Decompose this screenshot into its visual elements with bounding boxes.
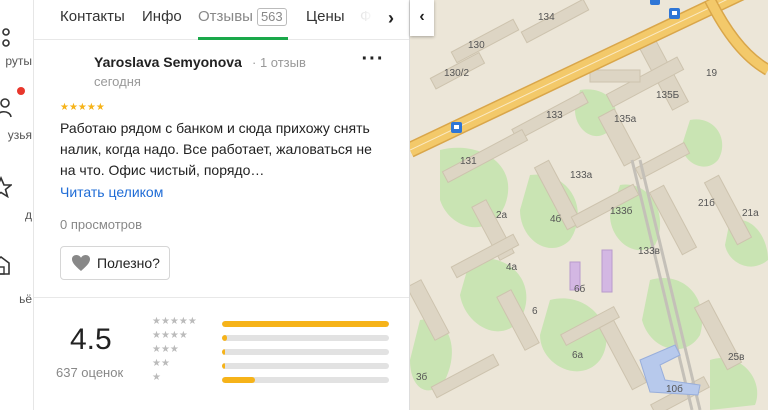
- rating-row-stars: ★★★: [152, 344, 179, 355]
- tab-reviews-count: 563: [256, 8, 287, 26]
- rating-row-fill: [222, 377, 255, 383]
- rating-summary: 4.5 637 оценок ★★★★★ ★★★★ ★★★ ★★ ★: [34, 299, 409, 410]
- map-label: 10б: [666, 384, 683, 395]
- rail-item-home[interactable]: ьё: [0, 250, 33, 310]
- rating-row-bar: [222, 335, 389, 341]
- rating-row: ★★: [152, 358, 392, 371]
- map-label: 135а: [614, 114, 637, 125]
- rating-row-bar: [222, 349, 389, 355]
- map-label: 6: [532, 306, 538, 317]
- map-label: 130: [468, 40, 485, 51]
- map-label: 133: [546, 110, 563, 121]
- review-date: сегодня: [94, 74, 141, 89]
- map-label: 131: [460, 156, 477, 167]
- map[interactable]: 134 130 130/2 19 135Б 133 135а 131 133а …: [410, 0, 768, 410]
- rating-row: ★★★: [152, 344, 392, 357]
- rating-row: ★: [152, 372, 392, 385]
- review-text: Работаю рядом с банком и сюда прихожу сн…: [60, 120, 372, 178]
- useful-label: Полезно?: [97, 255, 160, 271]
- map-label: 130/2: [444, 68, 470, 79]
- map-label: 134: [538, 12, 555, 23]
- rail-item-routes[interactable]: руты: [0, 20, 33, 80]
- rail-item-label: узья: [7, 128, 32, 142]
- heart-icon: [72, 255, 90, 271]
- tabs-next-button[interactable]: ›: [376, 4, 406, 34]
- rail-item-label: руты: [5, 54, 32, 68]
- map-label: 21а: [742, 208, 759, 219]
- rating-row-fill: [222, 321, 389, 327]
- review-more-button[interactable]: ···: [360, 49, 386, 74]
- rating-row-stars: ★★★★: [152, 330, 188, 341]
- rating-score: 4.5: [70, 323, 112, 356]
- chevron-right-icon: ›: [388, 8, 394, 28]
- tab-reviews-label: Отзывы: [198, 8, 253, 25]
- star-icon: [0, 176, 12, 198]
- tab-contacts[interactable]: Контакты: [60, 8, 125, 25]
- left-rail: руты узья д ьё: [0, 0, 34, 410]
- map-label: 25в: [728, 352, 745, 363]
- bus-stop-icon: [650, 0, 660, 5]
- place-panel: Контакты Инфо Отзывы563 Цены Ф › Yarosla…: [34, 0, 410, 410]
- map-label: 4б: [550, 214, 562, 225]
- map-label: 3б: [416, 372, 428, 383]
- map-label: 135Б: [656, 90, 680, 101]
- tab-reviews[interactable]: Отзывы 563: [198, 8, 287, 26]
- map-label: 2а: [496, 210, 508, 221]
- rating-row-stars: ★★★★★: [152, 316, 197, 327]
- rating-row-fill: [222, 335, 227, 341]
- bus-stop-icon: [669, 8, 680, 19]
- map-label: 133а: [570, 170, 593, 181]
- map-label: 133в: [638, 246, 660, 257]
- map-label: 4а: [506, 262, 518, 273]
- building-purple: [601, 249, 613, 293]
- tab-info[interactable]: Инфо: [142, 8, 182, 25]
- rating-row-stars: ★★: [152, 358, 170, 369]
- tab-prices[interactable]: Цены: [306, 8, 345, 25]
- rating-count: 637 оценок: [56, 365, 124, 380]
- map-label: 6б: [574, 284, 586, 295]
- bus-stop-icon: [451, 122, 462, 133]
- review-author[interactable]: Yaroslava Semyonova: [94, 54, 242, 70]
- chevron-left-icon: ‹: [419, 8, 425, 25]
- useful-button[interactable]: Полезно?: [60, 246, 170, 280]
- rail-item-friends[interactable]: узья: [0, 90, 33, 150]
- review-stars: ★★★★★: [60, 102, 105, 113]
- rating-row-bar: [222, 321, 389, 327]
- friends-icon: [0, 98, 12, 118]
- review-views: 0 просмотров: [60, 217, 143, 232]
- rail-item-saved[interactable]: д: [0, 170, 33, 230]
- tab-bar: Контакты Инфо Отзывы563 Цены Ф ›: [34, 0, 409, 40]
- more-icon: ···: [361, 48, 385, 70]
- rating-row: ★★★★: [152, 330, 392, 343]
- map-label: 21б: [698, 198, 715, 209]
- review-card: Yaroslava Semyonova · 1 отзыв сегодня ··…: [34, 40, 409, 298]
- rail-item-label: ьё: [19, 292, 32, 306]
- rail-item-label: д: [24, 208, 32, 222]
- rating-row-bar: [222, 377, 389, 383]
- collapse-panel-button[interactable]: ‹: [410, 0, 434, 36]
- review-author-meta: · 1 отзыв: [252, 55, 306, 70]
- building-icon: [0, 256, 10, 275]
- notification-dot: [17, 87, 25, 95]
- rating-row-fill: [222, 349, 225, 355]
- rating-row: ★★★★★: [152, 316, 392, 329]
- route-icon: [2, 28, 10, 47]
- tab-fade: [346, 0, 376, 39]
- read-more-link[interactable]: Читать целиком: [60, 184, 163, 200]
- map-label: 19: [706, 68, 718, 79]
- map-label: 6а: [572, 350, 584, 361]
- rating-row-bar: [222, 363, 389, 369]
- map-label: 133б: [610, 206, 633, 217]
- rating-row-fill: [222, 363, 225, 369]
- rating-row-stars: ★: [152, 372, 161, 383]
- avatar: [54, 52, 82, 80]
